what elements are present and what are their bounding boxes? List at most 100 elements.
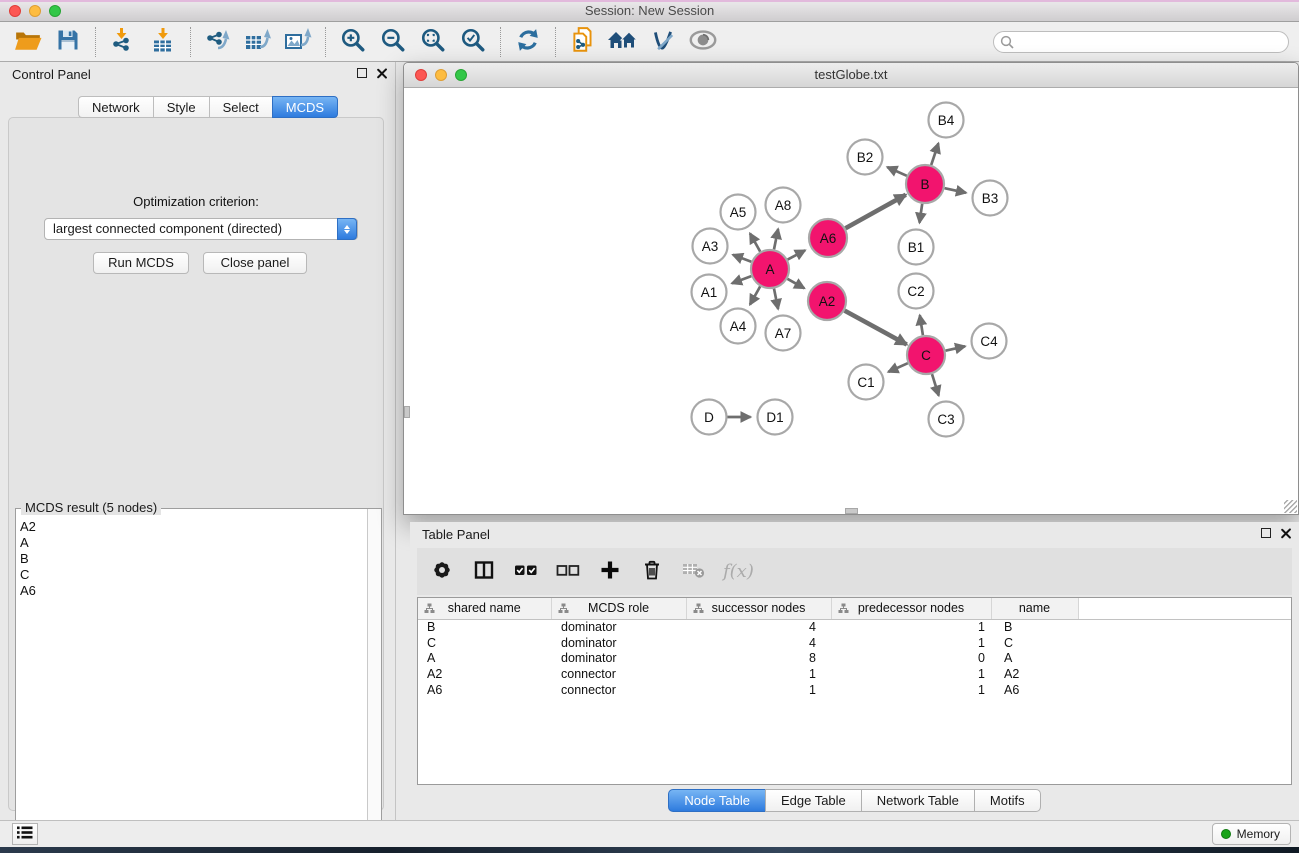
table-cell[interactable]: 0 — [831, 651, 991, 667]
table-settings-button[interactable] — [429, 559, 455, 585]
graph-edge-B-B4[interactable] — [931, 143, 938, 165]
graph-edge-A-A4[interactable] — [750, 286, 760, 304]
zoom-fit-button[interactable] — [413, 25, 453, 59]
hide-details-button[interactable] — [643, 25, 683, 59]
resize-grip[interactable] — [1284, 500, 1297, 513]
graph-edge-A-A1[interactable] — [732, 276, 751, 283]
network-canvas[interactable]: AA1A2A3A4A5A6A7A8BB1B2B3B4CC1C2C3C4DD1 — [404, 88, 1298, 514]
table-cell[interactable]: A — [991, 651, 1078, 667]
close-panel-button[interactable]: Close panel — [203, 252, 307, 274]
import-network-button[interactable] — [103, 25, 143, 59]
table-cell[interactable]: 1 — [831, 619, 991, 635]
tab-select[interactable]: Select — [209, 96, 272, 118]
export-image-button[interactable] — [278, 25, 318, 59]
graph-edge-B-B2[interactable] — [887, 167, 907, 176]
network-graph[interactable]: AA1A2A3A4A5A6A7A8BB1B2B3B4CC1C2C3C4DD1 — [404, 88, 1298, 514]
col-mcds-role[interactable]: MCDS role — [551, 598, 686, 619]
export-network-button[interactable] — [198, 25, 238, 59]
result-item[interactable]: C — [20, 567, 367, 583]
tab-edge-table[interactable]: Edge Table — [765, 789, 861, 812]
table-cell[interactable]: 1 — [831, 682, 991, 698]
tab-mcds[interactable]: MCDS — [272, 96, 338, 118]
table-cell[interactable]: A2 — [991, 666, 1078, 682]
graph-edge-A-A2[interactable] — [787, 279, 804, 289]
table-row[interactable]: Bdominator41B — [418, 619, 1291, 635]
table-cell[interactable]: A6 — [418, 682, 551, 698]
result-item[interactable]: B — [20, 551, 367, 567]
table-cell[interactable]: A6 — [991, 682, 1078, 698]
result-item[interactable]: A2 — [20, 519, 367, 535]
result-item[interactable]: A6 — [20, 583, 367, 599]
search-input[interactable] — [993, 31, 1289, 53]
graph-edge-A-A5[interactable] — [750, 233, 760, 251]
tab-motifs[interactable]: Motifs — [974, 789, 1041, 812]
function-builder-button[interactable]: f(x) — [723, 561, 754, 582]
table-row[interactable]: Adominator80A — [418, 651, 1291, 667]
open-file-button[interactable] — [8, 25, 48, 59]
select-all-button[interactable] — [513, 559, 539, 585]
table-cell[interactable]: C — [991, 635, 1078, 651]
zoom-out-button[interactable] — [373, 25, 413, 59]
zoom-in-button[interactable] — [333, 25, 373, 59]
zoom-selected-button[interactable] — [453, 25, 493, 59]
graph-edge-C-C2[interactable] — [920, 315, 923, 335]
table-cell[interactable]: dominator — [551, 635, 686, 651]
table-cell[interactable]: dominator — [551, 651, 686, 667]
table-cell[interactable]: 1 — [686, 666, 831, 682]
table-cell[interactable]: connector — [551, 666, 686, 682]
graph-edge-C-C3[interactable] — [932, 374, 939, 396]
tab-node-table[interactable]: Node Table — [668, 789, 765, 812]
apply-layout-button[interactable] — [508, 25, 548, 59]
graph-edge-A2-C[interactable] — [845, 311, 907, 345]
table-cell[interactable]: C — [418, 635, 551, 651]
table-cell[interactable]: dominator — [551, 619, 686, 635]
clone-network-button[interactable] — [563, 25, 603, 59]
float-table-panel-icon[interactable] — [1261, 528, 1271, 538]
table-cell[interactable]: 4 — [686, 619, 831, 635]
toggle-view-button[interactable] — [683, 25, 723, 59]
col-name[interactable]: name — [991, 598, 1078, 619]
add-column-button[interactable] — [597, 559, 623, 585]
col-shared-name[interactable]: shared name — [418, 598, 551, 619]
table-cell[interactable]: B — [418, 619, 551, 635]
graph-edge-B-B3[interactable] — [945, 188, 966, 193]
close-panel-icon[interactable] — [376, 68, 387, 79]
col-successor-nodes[interactable]: successor nodes — [686, 598, 831, 619]
close-table-panel-icon[interactable] — [1280, 528, 1291, 539]
result-scrollbar[interactable] — [367, 509, 381, 853]
tab-network[interactable]: Network — [78, 96, 153, 118]
table-cell[interactable]: 4 — [686, 635, 831, 651]
save-session-button[interactable] — [48, 25, 88, 59]
table-cell[interactable]: A2 — [418, 666, 551, 682]
table-row[interactable]: Cdominator41C — [418, 635, 1291, 651]
tab-style[interactable]: Style — [153, 96, 209, 118]
graph-edge-C-C4[interactable] — [946, 346, 966, 350]
task-history-button[interactable] — [12, 823, 38, 845]
result-item[interactable]: A — [20, 535, 367, 551]
table-row[interactable]: A2connector11A2 — [418, 666, 1291, 682]
graph-edge-A-A7[interactable] — [774, 289, 778, 309]
graph-edge-A6-B[interactable] — [846, 195, 906, 229]
deselect-all-button[interactable] — [555, 559, 581, 585]
mcds-result-list[interactable]: A2ABCA6 — [16, 509, 367, 853]
graph-edge-A-A6[interactable] — [788, 250, 806, 259]
horizontal-scroll-thumb[interactable] — [845, 508, 858, 514]
graph-edge-A-A8[interactable] — [774, 229, 778, 249]
table-cell[interactable]: 1 — [831, 666, 991, 682]
table-cell[interactable]: connector — [551, 682, 686, 698]
table-cell[interactable]: 1 — [831, 635, 991, 651]
run-mcds-button[interactable]: Run MCDS — [93, 252, 189, 274]
memory-button[interactable]: Memory — [1212, 823, 1291, 845]
table-cell[interactable]: 1 — [686, 682, 831, 698]
table-row[interactable]: A6connector11A6 — [418, 682, 1291, 698]
col-predecessor-nodes[interactable]: predecessor nodes — [831, 598, 991, 619]
table-cell[interactable]: 8 — [686, 651, 831, 667]
home-button[interactable] — [603, 25, 643, 59]
graph-edge-A-A3[interactable] — [733, 255, 751, 262]
export-table-button[interactable] — [238, 25, 278, 59]
show-columns-button[interactable] — [471, 559, 497, 585]
table-cell[interactable]: A — [418, 651, 551, 667]
delete-table-button[interactable] — [681, 559, 707, 585]
table-cell[interactable]: B — [991, 619, 1078, 635]
network-window-titlebar[interactable]: testGlobe.txt — [404, 63, 1298, 88]
